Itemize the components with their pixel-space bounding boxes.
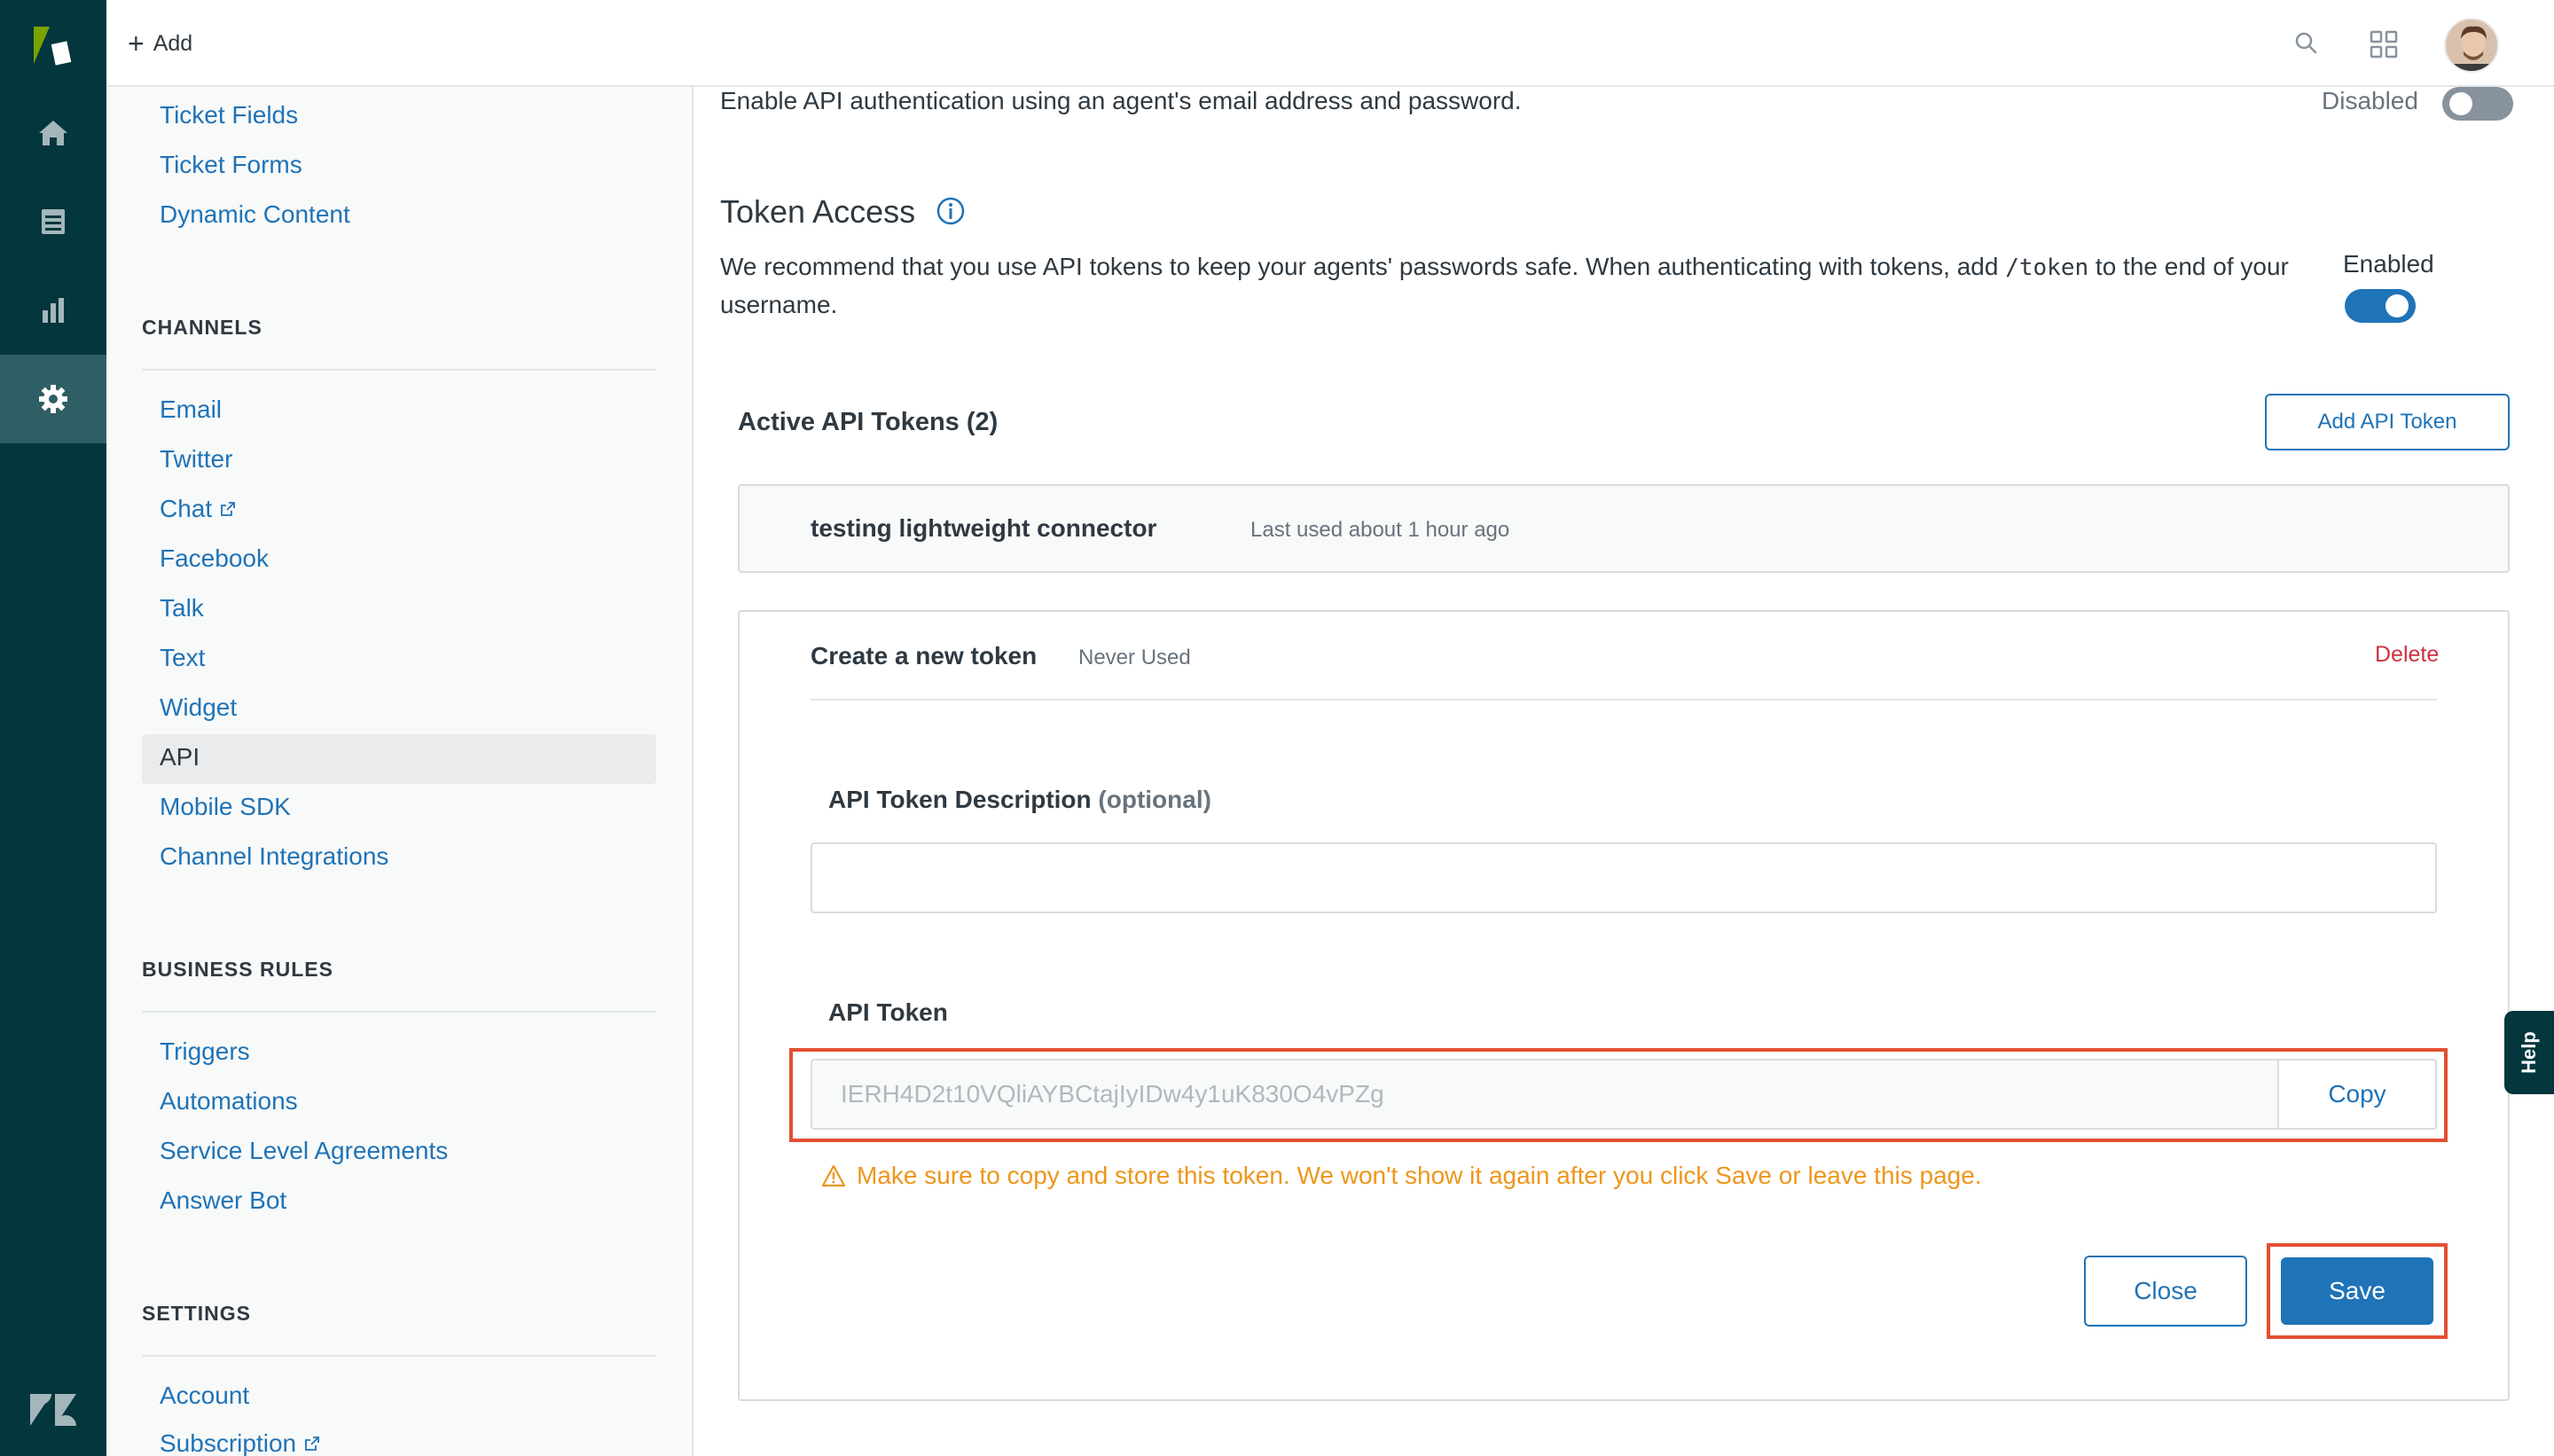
- sidebar-item-mobile-sdk[interactable]: Mobile SDK: [160, 793, 291, 821]
- optional-label: (optional): [1098, 786, 1211, 813]
- new-token-usage: Never Used: [1078, 646, 1191, 669]
- token-access-title: Token Access: [720, 193, 916, 230]
- active-tokens-heading: Active API Tokens (2): [738, 408, 999, 436]
- sidebar-item-twitter[interactable]: Twitter: [160, 445, 232, 474]
- warning-icon: [821, 1164, 846, 1187]
- external-link-icon: [221, 502, 236, 516]
- sidebar-item-account[interactable]: Account: [160, 1382, 249, 1410]
- home-nav-item[interactable]: [0, 89, 106, 177]
- admin-nav-item[interactable]: [0, 355, 106, 443]
- token-access-status: Enabled: [2343, 250, 2434, 278]
- section-head-business-rules: BUSINESS RULES: [142, 958, 333, 981]
- sidebar-item-chat-label: Chat: [160, 495, 213, 522]
- section-head-channels: CHANNELS: [142, 316, 262, 339]
- avatar-image: [2446, 20, 2497, 71]
- section-head-settings: SETTINGS: [142, 1302, 252, 1325]
- add-api-token-button[interactable]: Add API Token: [2265, 394, 2510, 450]
- password-access-toggle[interactable]: [2442, 87, 2513, 121]
- views-nav-item[interactable]: [0, 177, 106, 266]
- sidebar-item-channel-integrations[interactable]: Channel Integrations: [160, 842, 388, 871]
- token-code: /token: [2005, 254, 2089, 281]
- token-description-input[interactable]: [811, 842, 2437, 913]
- token-name: testing lightweight connector: [811, 514, 1157, 542]
- password-access-description: Enable API authentication using an agent…: [720, 87, 1522, 114]
- gear-icon: [39, 385, 67, 413]
- sidebar-item-ticket-fields[interactable]: Ticket Fields: [160, 101, 298, 129]
- toggle-knob: [2449, 92, 2472, 115]
- token-access-description: We recommend that you use API tokens to …: [720, 248, 2299, 324]
- views-icon: [42, 209, 65, 234]
- token-list-item[interactable]: testing lightweight connector Last used …: [738, 484, 2510, 573]
- top-bar: + Add: [106, 0, 2554, 87]
- sidebar-item-email[interactable]: Email: [160, 395, 222, 424]
- save-button[interactable]: Save: [2281, 1257, 2433, 1325]
- close-button[interactable]: Close: [2084, 1256, 2247, 1327]
- sidebar-active-highlight: [142, 734, 656, 784]
- add-button[interactable]: + Add: [128, 27, 192, 60]
- copy-warning-text: Make sure to copy and store this token. …: [857, 1162, 1982, 1189]
- help-label: Help: [2518, 1031, 2540, 1074]
- api-token-value[interactable]: IERH4D2t10VQliAYBCtajIyIDw4y1uK830O4vPZg: [812, 1061, 2277, 1128]
- zendesk-logo-icon: [30, 1394, 76, 1426]
- info-icon[interactable]: [935, 195, 967, 227]
- sidebar-item-triggers[interactable]: Triggers: [160, 1037, 250, 1066]
- sidebar-item-talk[interactable]: Talk: [160, 594, 204, 622]
- new-token-title: Create a new token: [811, 642, 1038, 669]
- sidebar-item-subscription[interactable]: Subscription: [160, 1429, 321, 1456]
- sidebar-item-subscription-label: Subscription: [160, 1429, 297, 1456]
- zendesk-support-logo-icon[interactable]: [27, 23, 80, 67]
- copy-warning: Make sure to copy and store this token. …: [821, 1162, 1982, 1190]
- user-avatar[interactable]: [2444, 18, 2499, 73]
- admin-sidebar: Ticket Fields Ticket Forms Dynamic Conte…: [106, 87, 693, 1456]
- sidebar-item-text[interactable]: Text: [160, 644, 205, 672]
- reporting-icon: [43, 298, 64, 323]
- api-token-field: IERH4D2t10VQliAYBCtajIyIDw4y1uK830O4vPZg…: [811, 1059, 2437, 1130]
- add-button-label: Add: [153, 30, 193, 56]
- section-divider: [142, 369, 656, 371]
- main-content: Enable API authentication using an agent…: [695, 87, 2554, 1456]
- token-description-label: API Token Description (optional): [828, 786, 1211, 814]
- product-tray-icon[interactable]: [2368, 28, 2400, 60]
- sidebar-item-chat[interactable]: Chat: [160, 495, 237, 523]
- token-last-used: Last used about 1 hour ago: [1250, 518, 1510, 542]
- password-access-status: Disabled: [2322, 87, 2418, 114]
- delete-token-link[interactable]: Delete: [2375, 642, 2439, 668]
- help-button[interactable]: Help: [2504, 1011, 2554, 1094]
- token-access-toggle[interactable]: [2345, 289, 2416, 323]
- plus-icon: +: [128, 27, 145, 59]
- section-divider: [142, 1355, 656, 1357]
- sidebar-item-api[interactable]: API: [160, 743, 200, 771]
- sidebar-item-ticket-forms[interactable]: Ticket Forms: [160, 151, 302, 179]
- api-token-label: API Token: [828, 998, 948, 1026]
- toggle-knob: [2386, 294, 2409, 317]
- sidebar-item-automations[interactable]: Automations: [160, 1087, 298, 1115]
- home-icon: [39, 121, 67, 145]
- sidebar-item-facebook[interactable]: Facebook: [160, 544, 269, 573]
- external-link-icon: [305, 1436, 319, 1451]
- sidebar-item-widget[interactable]: Widget: [160, 693, 237, 722]
- sidebar-item-sla[interactable]: Service Level Agreements: [160, 1137, 448, 1165]
- card-divider: [811, 699, 2437, 701]
- new-token-card: Create a new token Never Used Delete API…: [738, 610, 2510, 1401]
- token-desc-pre: We recommend that you use API tokens to …: [720, 253, 2006, 280]
- reporting-nav-item[interactable]: [0, 266, 106, 355]
- token-description-label-text: API Token Description: [828, 786, 1092, 813]
- sidebar-item-dynamic-content[interactable]: Dynamic Content: [160, 200, 350, 229]
- sidebar-item-answer-bot[interactable]: Answer Bot: [160, 1186, 286, 1215]
- product-rail: [0, 0, 106, 1456]
- copy-button[interactable]: Copy: [2277, 1061, 2435, 1128]
- section-divider: [142, 1011, 656, 1013]
- search-icon[interactable]: [2292, 28, 2322, 59]
